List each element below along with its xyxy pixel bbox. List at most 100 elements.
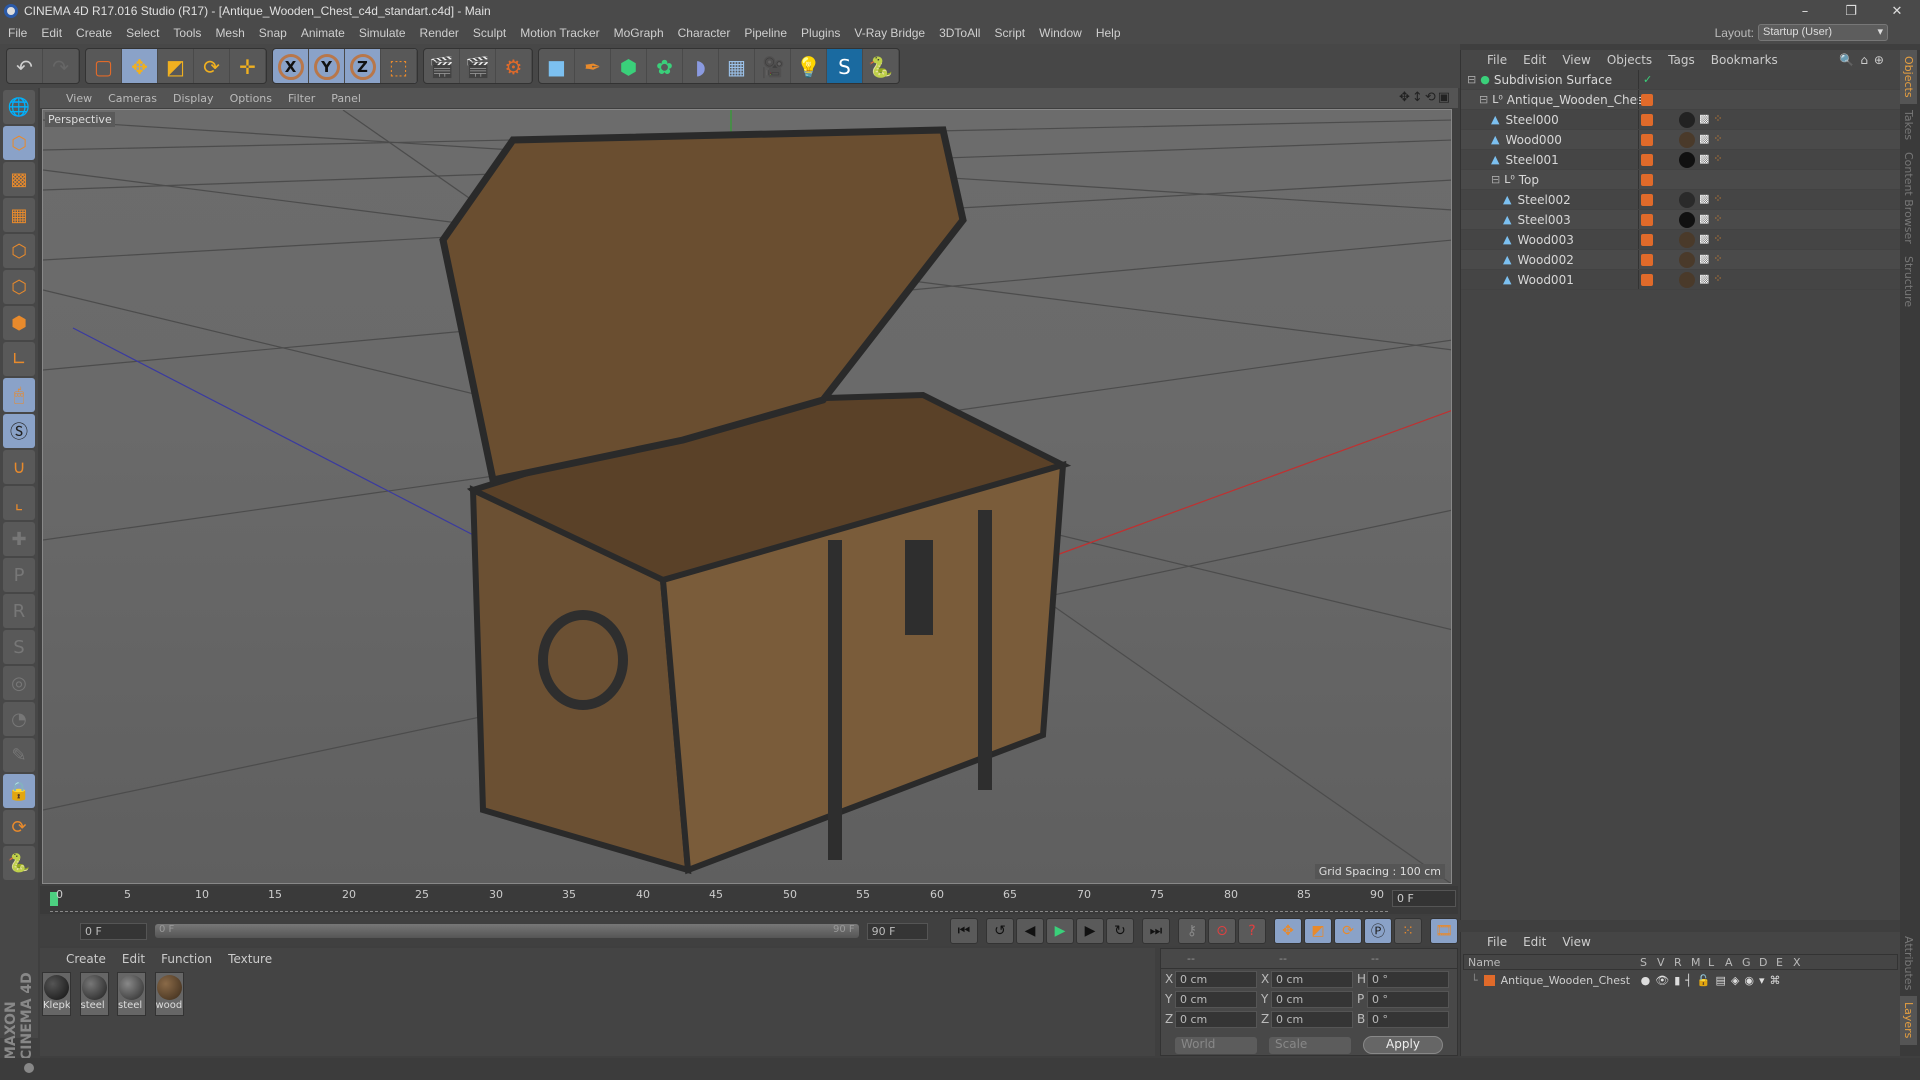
rotation-p-field[interactable]: 0 ° [1367,990,1449,1008]
viewport-nav-icons[interactable]: ✥↕⟲▣ [1399,90,1452,105]
frame-range-slider[interactable]: 0 F 90 F [155,924,859,938]
polygons-mode-icon[interactable]: ⬢ [3,306,35,340]
tab-objects[interactable]: Objects [1900,50,1917,104]
z-axis-lock-button[interactable]: Z [345,49,381,83]
points-mode-icon[interactable]: ⬡ [3,234,35,268]
layer-col-a[interactable]: A [1725,956,1742,969]
mat-menu-function[interactable]: Function [161,952,212,966]
obj-menu-objects[interactable]: Objects [1607,53,1652,67]
size-x-field[interactable]: 0 cm [1271,970,1353,988]
tab-structure[interactable]: Structure [1900,250,1917,313]
object-row[interactable]: ▲ Steel000 ▩ ⁘ [1461,110,1900,130]
mat-menu-texture[interactable]: Texture [228,952,272,966]
layer-col-v[interactable]: V [1657,956,1674,969]
object-row[interactable]: ⊟ L⁰ Antique_Wooden_Chest [1461,90,1900,110]
locked-workplane-icon[interactable]: 🔒 [3,774,35,808]
camera-icon[interactable]: 🎥 [755,49,791,83]
menu-create[interactable]: Create [76,26,112,40]
object-row[interactable]: ⊟ ● Subdivision Surface ✓ [1461,70,1900,90]
size-mode-dropdown[interactable]: Scale [1269,1036,1351,1054]
restore-button[interactable]: ❐ [1828,0,1874,22]
axis-mode-icon[interactable]: ∟ [3,342,35,376]
live-selection-icon[interactable]: ▢ [86,49,122,83]
pin-position-icon[interactable]: P [3,558,35,592]
layer-col-m[interactable]: M [1691,956,1708,969]
tab-takes[interactable]: Takes [1900,104,1917,146]
timeline-ruler[interactable]: 0 5 10 15 20 25 30 35 40 45 50 55 60 65 … [40,886,1458,914]
obj-menu-file[interactable]: File [1487,53,1507,67]
previous-frame-button[interactable]: ◀ [1015,918,1044,944]
snap-magnet-icon[interactable]: ∪ [3,450,35,484]
tab-attributes[interactable]: Attributes [1900,930,1917,996]
menu-character[interactable]: Character [678,26,731,40]
workplane-mode-icon[interactable]: ▦ [3,198,35,232]
light-icon[interactable]: 💡 [791,49,827,83]
position-x-field[interactable]: 0 cm [1175,970,1257,988]
menu-select[interactable]: Select [126,26,159,40]
layer-col-e[interactable]: E [1776,956,1793,969]
play-button[interactable]: ▶ [1045,918,1074,944]
viewport-menu-cameras[interactable]: Cameras [108,92,157,105]
layer-row[interactable]: └ Antique_Wooden_Chest ●👁▮┤🔓▤◈◉▾⌘ [1461,972,1900,988]
tab-content-browser[interactable]: Content Browser [1900,146,1917,250]
floor-scene-icon[interactable]: ▦ [719,49,755,83]
close-button[interactable]: ✕ [1874,0,1920,22]
menu-script[interactable]: Script [994,26,1025,40]
pin-pie-icon[interactable]: ◔ [3,702,35,736]
size-y-field[interactable]: 0 cm [1271,990,1353,1008]
menu-mograph[interactable]: MoGraph [614,26,664,40]
go-to-end-button[interactable]: ⏭ [1141,918,1170,944]
deformer-icon[interactable]: ◗ [683,49,719,83]
render-settings-icon[interactable]: ⚙ [496,49,532,83]
viewport-menu-filter[interactable]: Filter [288,92,315,105]
material-swatch[interactable]: steel [117,972,146,1016]
start-frame-field[interactable]: 0 F [80,922,148,940]
model-mode-icon[interactable]: ⬡ [3,126,35,160]
obj-menu-bookmarks[interactable]: Bookmarks [1711,53,1778,67]
viewport-menu-view[interactable]: View [66,92,92,105]
size-z-field[interactable]: 0 cm [1271,1010,1353,1028]
undo-button[interactable]: ↶ [7,49,43,83]
object-row[interactable]: ▲ Steel003 ▩ ⁘ [1461,210,1900,230]
key-scale-button[interactable]: ◩ [1303,918,1332,944]
cloner-icon[interactable]: ✿ [647,49,683,83]
position-y-field[interactable]: 0 cm [1175,990,1257,1008]
menu-pipeline[interactable]: Pipeline [744,26,787,40]
layer-col-l[interactable]: L [1708,956,1725,969]
coordinate-system-icon[interactable]: ⬚ [381,49,417,83]
pin-edit-icon[interactable]: ✎ [3,738,35,772]
material-swatch[interactable]: Klepk [42,972,71,1016]
viewport-menu-panel[interactable]: Panel [331,92,361,105]
layer-col-s[interactable]: S [1640,956,1657,969]
rotation-b-field[interactable]: 0 ° [1367,1010,1449,1028]
object-row[interactable]: ▲ Wood003 ▩ ⁘ [1461,230,1900,250]
menu-tools[interactable]: Tools [173,26,201,40]
menu-file[interactable]: File [8,26,27,40]
cube-primitive-icon[interactable]: ■ [539,49,575,83]
layout-dropdown[interactable]: Startup (User) [1758,24,1888,41]
coordinate-mode-dropdown[interactable]: World [1175,1036,1257,1054]
object-row[interactable]: ▲ Steel001 ▩ ⁘ [1461,150,1900,170]
position-z-field[interactable]: 0 cm [1175,1010,1257,1028]
go-to-start-button[interactable]: ⏮ [949,918,978,944]
menu-3dtoall[interactable]: 3DToAll [939,26,980,40]
vray-plugin-icon[interactable]: S [827,49,863,83]
viewport-menu-options[interactable]: Options [230,92,272,105]
end-frame-field[interactable]: 90 F [866,922,928,940]
menu-animate[interactable]: Animate [301,26,345,40]
y-axis-lock-button[interactable]: Y [309,49,345,83]
rotation-h-field[interactable]: 0 ° [1367,970,1449,988]
render-view-icon[interactable]: 🎬 [424,49,460,83]
pen-spline-icon[interactable]: ✒ [575,49,611,83]
minimize-button[interactable]: – [1782,0,1828,22]
scale-tool-icon[interactable]: ◩ [158,49,194,83]
menu-vray-bridge[interactable]: V-Ray Bridge [854,26,925,40]
pin-rotation-icon[interactable]: R [3,594,35,628]
menu-sculpt[interactable]: Sculpt [473,26,506,40]
menu-render[interactable]: Render [420,26,459,40]
x-axis-lock-button[interactable]: X [273,49,309,83]
redo-button[interactable]: ↷ [43,49,79,83]
menu-help[interactable]: Help [1096,26,1121,40]
object-row[interactable]: ▲ Wood001 ▩ ⁘ [1461,270,1900,290]
menu-mesh[interactable]: Mesh [215,26,244,40]
